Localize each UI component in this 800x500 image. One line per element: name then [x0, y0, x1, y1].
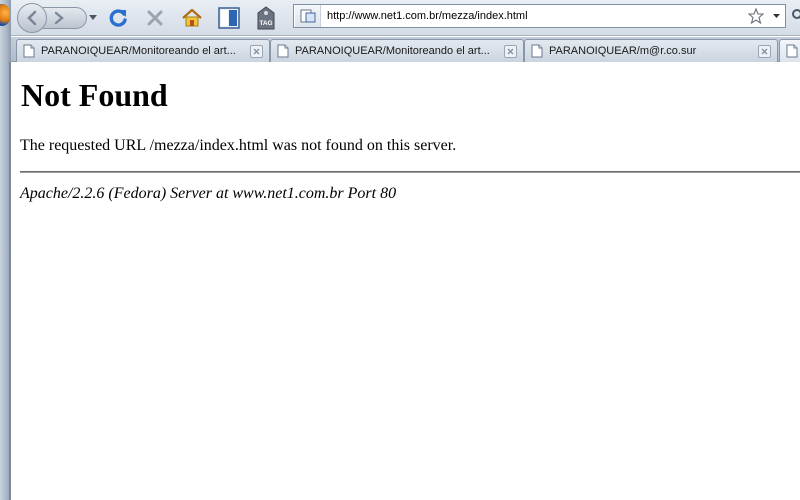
- close-icon: [253, 48, 260, 54]
- search-button[interactable]: [791, 8, 800, 24]
- tab-label: PARANOIQUEAR/m@r.co.sur: [549, 45, 697, 57]
- bookmark-star-button[interactable]: [745, 8, 767, 24]
- forward-button[interactable]: [43, 7, 87, 29]
- tag-button[interactable]: TAG: [252, 4, 280, 32]
- tab-4-active[interactable]: [779, 39, 800, 62]
- dropdown-arrow-icon: [772, 13, 780, 18]
- navigation-toolbar: TAG http://www.net1.com.br/mezza/index.h…: [11, 0, 800, 36]
- url-input[interactable]: http://www.net1.com.br/mezza/index.html: [321, 10, 745, 22]
- tag-label: TAG: [259, 20, 272, 27]
- back-forward-group: [17, 3, 105, 33]
- tab-close-button[interactable]: [504, 44, 517, 58]
- close-icon: [507, 48, 514, 54]
- bookmark-icon: [218, 7, 240, 29]
- horizontal-rule: [20, 171, 800, 173]
- tab-close-button[interactable]: [250, 44, 263, 58]
- reload-button[interactable]: [104, 4, 132, 32]
- error-message: The requested URL /mezza/index.html was …: [20, 137, 457, 154]
- stop-button[interactable]: [141, 4, 169, 32]
- app-orb-icon[interactable]: [0, 4, 10, 26]
- close-icon: [761, 48, 768, 54]
- home-icon: [182, 8, 202, 27]
- tab-label: PARANOIQUEAR/Monitoreando el art...: [295, 45, 490, 57]
- history-dropdown-button[interactable]: [87, 12, 99, 24]
- tab-1[interactable]: PARANOIQUEAR/Monitoreando el art...: [16, 39, 270, 62]
- stop-icon: [147, 10, 163, 26]
- window-left-frame: [0, 0, 11, 500]
- bookmark-button[interactable]: [215, 4, 243, 32]
- site-identity-button[interactable]: [295, 5, 321, 27]
- tab-2[interactable]: PARANOIQUEAR/Monitoreando el art...: [270, 39, 524, 62]
- back-icon: [27, 10, 37, 26]
- tab-close-button[interactable]: [758, 44, 771, 58]
- address-bar[interactable]: http://www.net1.com.br/mezza/index.html: [293, 4, 786, 28]
- page-content: Not Found The requested URL /mezza/index…: [11, 63, 800, 500]
- back-button[interactable]: [17, 3, 47, 33]
- reload-icon: [109, 9, 127, 27]
- site-identity-icon: [300, 9, 315, 23]
- page-icon: [786, 44, 798, 58]
- page-title: Not Found: [21, 77, 168, 113]
- forward-icon: [54, 11, 64, 25]
- tab-label: PARANOIQUEAR/Monitoreando el art...: [41, 45, 236, 57]
- page-icon: [531, 44, 543, 58]
- tag-icon: TAG: [257, 6, 275, 30]
- star-icon: [748, 8, 764, 24]
- page-icon: [23, 44, 35, 58]
- page-icon: [277, 44, 289, 58]
- search-icon: [792, 9, 800, 19]
- home-button[interactable]: [178, 4, 206, 32]
- tab-3[interactable]: PARANOIQUEAR/m@r.co.sur: [524, 39, 778, 62]
- server-signature: Apache/2.2.6 (Fedora) Server at www.net1…: [20, 185, 397, 202]
- tab-strip: PARANOIQUEAR/Monitoreando el art... PARA…: [11, 37, 800, 62]
- url-history-dropdown[interactable]: [767, 13, 785, 19]
- history-dropdown-icon: [89, 15, 97, 20]
